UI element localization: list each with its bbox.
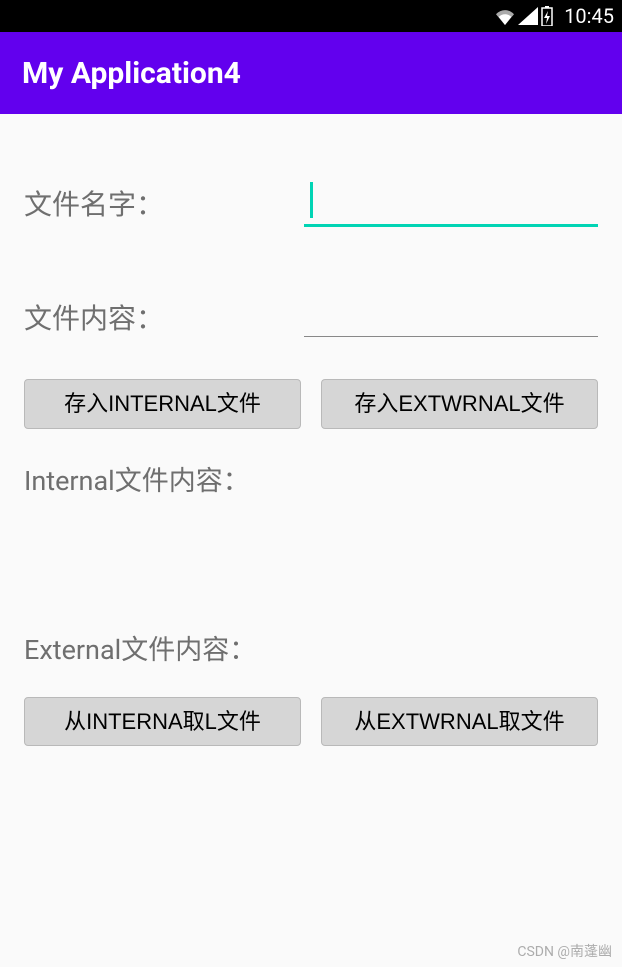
save-button-row: 存入INTERNAL文件 存入EXTWRNAL文件 <box>24 379 598 429</box>
status-bar: 10:45 <box>0 0 622 32</box>
battery-icon <box>540 6 554 26</box>
text-cursor <box>310 182 313 218</box>
status-time: 10:45 <box>564 4 614 28</box>
load-external-button[interactable]: 从EXTWRNAL取文件 <box>321 697 598 747</box>
content-input[interactable] <box>304 297 598 337</box>
content-area: 文件名字： 文件内容： 存入INTERNAL文件 存入EXTWRNAL文件 In… <box>0 114 622 746</box>
load-button-row: 从INTERNA取L文件 从EXTWRNAL取文件 <box>24 697 598 747</box>
internal-content-label: Internal文件内容： <box>24 459 598 498</box>
app-title: My Application4 <box>22 56 241 91</box>
filename-row: 文件名字： <box>24 178 598 227</box>
content-row: 文件内容： <box>24 297 598 337</box>
filename-input[interactable] <box>304 178 598 227</box>
signal-icon <box>518 7 538 25</box>
filename-label: 文件名字： <box>24 183 284 223</box>
save-external-button[interactable]: 存入EXTWRNAL文件 <box>321 379 598 429</box>
load-internal-button[interactable]: 从INTERNA取L文件 <box>24 697 301 747</box>
wifi-icon <box>494 7 516 25</box>
watermark: CSDN @南蓬幽 <box>517 941 612 961</box>
status-icons <box>494 6 554 26</box>
external-content-label: External文件内容： <box>24 628 598 667</box>
save-internal-button[interactable]: 存入INTERNAL文件 <box>24 379 301 429</box>
app-bar: My Application4 <box>0 32 622 114</box>
content-label: 文件内容： <box>24 297 284 337</box>
